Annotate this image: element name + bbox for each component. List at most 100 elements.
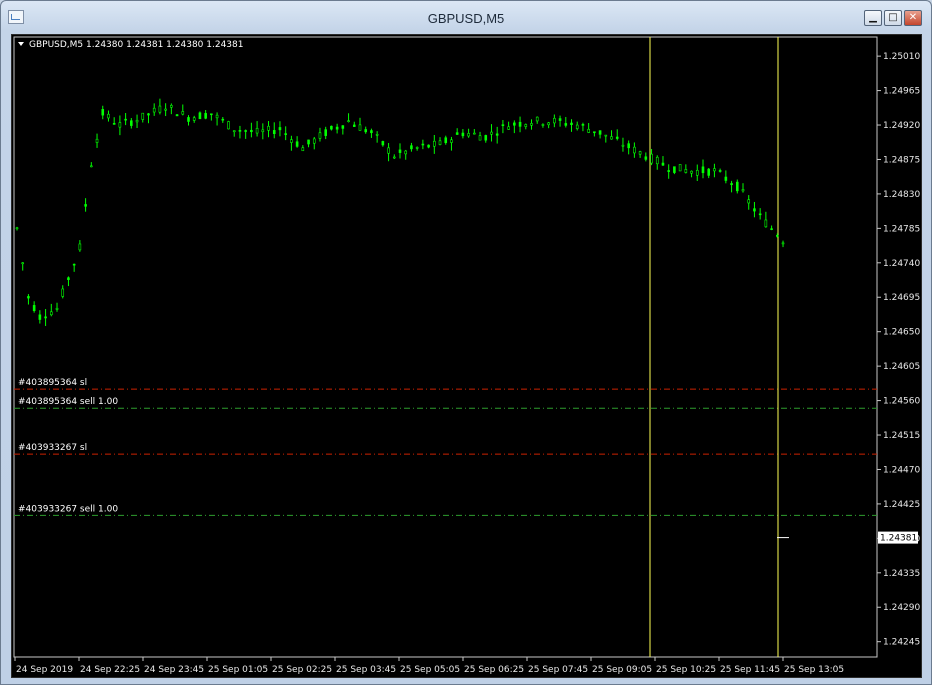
vertical-markers[interactable] (649, 37, 779, 657)
candle-body (415, 147, 419, 149)
candle-body (238, 130, 242, 132)
candle-body (776, 235, 779, 237)
time-tick-label: 24 Sep 23:45 (144, 665, 204, 675)
candle-body (255, 128, 259, 134)
candle-body (467, 133, 470, 137)
order-lines[interactable]: #403895364 sl #403895364 sell 1.00 #403933… (14, 378, 877, 516)
candle-body (112, 123, 116, 125)
time-tick-label: 25 Sep 10:25 (656, 665, 716, 675)
candle-body (335, 126, 339, 130)
candle-body (392, 156, 396, 159)
time-tick-label: 25 Sep 11:45 (720, 665, 780, 675)
candle-body (32, 305, 36, 312)
maximize-button[interactable]: □ (884, 10, 902, 26)
candle-body (764, 219, 768, 228)
candle-body (570, 122, 573, 125)
candle-body (15, 227, 19, 230)
candle-body (724, 176, 728, 181)
price-tick-label: 1.24605 (883, 362, 920, 372)
time-tick-label: 25 Sep 01:05 (208, 665, 268, 675)
candle-body (307, 139, 310, 145)
time-tick-label: 24 Sep 2019 (16, 665, 73, 675)
collapse-triangle-icon[interactable] (18, 42, 24, 46)
candle-body (513, 122, 516, 126)
candle-body (718, 170, 722, 172)
time-tick-label: 25 Sep 03:45 (336, 665, 396, 675)
candle-body (530, 123, 533, 126)
candle-body (410, 145, 413, 150)
candle-body (621, 144, 625, 147)
candle-body (44, 316, 47, 319)
candle-body (387, 147, 390, 154)
candle-body (421, 143, 425, 146)
price-tick-label: 1.24515 (883, 431, 920, 441)
candle-body (347, 120, 350, 123)
candle-body (364, 129, 368, 133)
candle-body (490, 131, 493, 135)
price-tick-label: 1.24695 (883, 293, 920, 303)
close-button[interactable]: ✕ (904, 10, 922, 26)
candle-body (564, 123, 568, 126)
candle-body (501, 124, 505, 126)
candle-body (95, 138, 99, 143)
candle-body (444, 137, 448, 144)
candle-body (158, 105, 162, 113)
candle-body (164, 108, 167, 111)
minimize-button[interactable]: ▁ (864, 10, 882, 26)
candle-body (375, 134, 379, 136)
candle-body (278, 127, 282, 131)
candles (15, 98, 785, 326)
candle-body (78, 243, 82, 251)
candle-body (518, 121, 522, 127)
candle-body (667, 170, 670, 172)
price-axis[interactable]: 1.25010 1.24965 1.24920 1.24875 1.24830 1.247… (13, 36, 920, 658)
candle-body (352, 124, 356, 127)
candle-body (90, 165, 93, 168)
candle-body (433, 140, 436, 147)
candle-body (187, 117, 190, 122)
candle-body (358, 124, 362, 131)
candle-body (781, 242, 785, 245)
candle-body (713, 168, 716, 172)
candle-body (524, 124, 528, 127)
candle-body (604, 134, 608, 137)
chart-canvas[interactable]: 1.25010 1.24965 1.24920 1.24875 1.24830 1.247… (12, 35, 921, 677)
candle-body (678, 164, 682, 172)
candle-body (301, 147, 305, 152)
candle-body (438, 140, 442, 145)
symbol-header: GBPUSD,M5 1.24380 1.24381 1.24380 1.2438… (29, 40, 243, 50)
time-tick-label: 25 Sep 09:05 (592, 665, 652, 675)
candle-body (461, 132, 465, 137)
candle-body (593, 131, 596, 134)
price-tick-label: 1.24785 (883, 224, 920, 234)
candle-body (61, 288, 65, 297)
candle-body (507, 126, 510, 130)
candle-body (547, 122, 550, 126)
price-chart[interactable]: 1.25010 1.24965 1.24920 1.24875 1.24830 1.247… (11, 34, 922, 678)
candle-body (147, 113, 150, 116)
candle-body (650, 153, 653, 164)
candle-body (741, 189, 745, 192)
candle-body (130, 120, 133, 126)
price-tick-label: 1.24245 (883, 638, 920, 648)
candle-body (175, 114, 179, 117)
candle-body (633, 146, 636, 154)
candle-body (770, 228, 773, 230)
title-bar[interactable]: GBPUSD,M5 ▁ □ ✕ (0, 0, 932, 36)
candle-body (495, 133, 499, 136)
candle-body (67, 277, 70, 280)
candle-body (381, 141, 385, 146)
current-price-label: 1.24381 (880, 534, 917, 544)
candle-body (484, 135, 488, 141)
candle-body (192, 117, 196, 121)
candle-body (124, 118, 127, 121)
candle-body (398, 149, 402, 153)
candle-body (615, 136, 619, 139)
candle-body (747, 199, 751, 204)
candle-body (295, 141, 299, 147)
candle-body (318, 132, 322, 139)
candle-body (707, 168, 711, 176)
candle-body (170, 105, 173, 108)
candle-body (72, 263, 76, 266)
time-axis[interactable]: 24 Sep 2019 24 Sep 22:25 24 Sep 23:45 25 Se… (14, 657, 844, 675)
